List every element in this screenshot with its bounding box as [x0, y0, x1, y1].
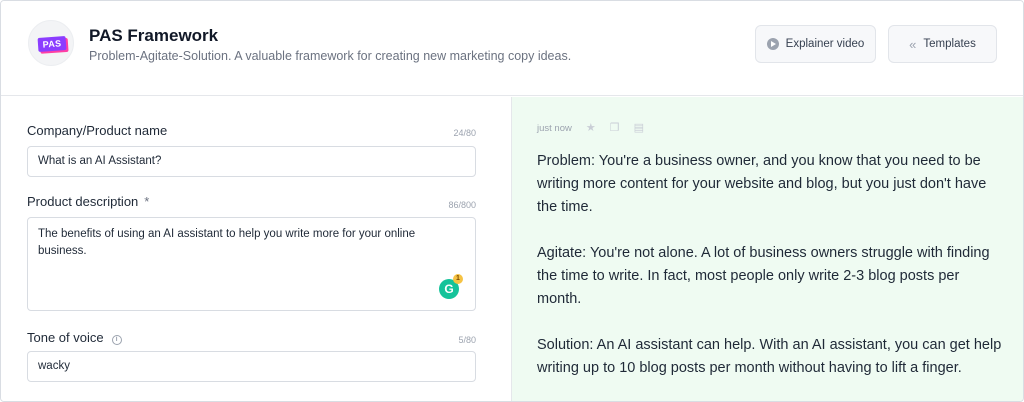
- company-label: Company/Product name: [27, 123, 168, 138]
- output-timestamp: just now: [537, 122, 572, 134]
- description-label-text: Product description: [27, 194, 139, 209]
- tone-counter: 5/80: [458, 335, 476, 345]
- page-header: PAS PAS Framework Problem-Agitate-Soluti…: [1, 1, 1023, 96]
- output-text: Problem: You're a business owner, and yo…: [537, 150, 1007, 401]
- templates-button[interactable]: « Templates: [888, 25, 997, 63]
- logo-badge: PAS: [37, 36, 67, 52]
- explainer-video-button[interactable]: Explainer video: [755, 25, 876, 63]
- output-panel: just now ★ ❐ ▤ Problem: You're a busines…: [511, 97, 1023, 401]
- grammarly-count-badge: 1: [453, 274, 463, 284]
- document-icon[interactable]: ▤: [634, 122, 644, 134]
- framework-logo: PAS: [28, 20, 74, 66]
- description-textarea[interactable]: The benefits of using an AI assistant to…: [27, 217, 476, 311]
- tone-label-text: Tone of voice: [27, 330, 104, 345]
- output-paragraph-agitate: Agitate: You're not alone. A lot of busi…: [537, 245, 990, 307]
- templates-label: Templates: [923, 38, 976, 50]
- input-form: Company/Product name 24/80 What is an AI…: [1, 97, 511, 401]
- star-icon[interactable]: ★: [586, 122, 596, 134]
- company-counter: 24/80: [453, 128, 476, 138]
- description-label: Product description *: [27, 194, 149, 209]
- company-input[interactable]: What is an AI Assistant?: [27, 146, 476, 177]
- tone-label: Tone of voice i: [27, 330, 122, 345]
- output-paragraph-problem: Problem: You're a business owner, and yo…: [537, 153, 987, 215]
- page-title: PAS Framework: [89, 26, 219, 45]
- description-counter: 86/800: [448, 200, 476, 210]
- app-window: PAS PAS Framework Problem-Agitate-Soluti…: [0, 0, 1024, 402]
- play-icon: [766, 38, 779, 50]
- required-mark: *: [144, 194, 150, 209]
- copy-icon[interactable]: ❐: [610, 122, 620, 134]
- explainer-video-label: Explainer video: [785, 38, 865, 50]
- tone-input[interactable]: wacky: [27, 351, 476, 382]
- info-icon[interactable]: i: [111, 335, 122, 345]
- page-subtitle: Problem-Agitate-Solution. A valuable fra…: [89, 49, 572, 63]
- chevrons-left-icon: «: [909, 36, 917, 52]
- output-paragraph-solution: Solution: An AI assistant can help. With…: [537, 337, 1002, 376]
- output-meta: just now ★ ❐ ▤: [537, 122, 644, 134]
